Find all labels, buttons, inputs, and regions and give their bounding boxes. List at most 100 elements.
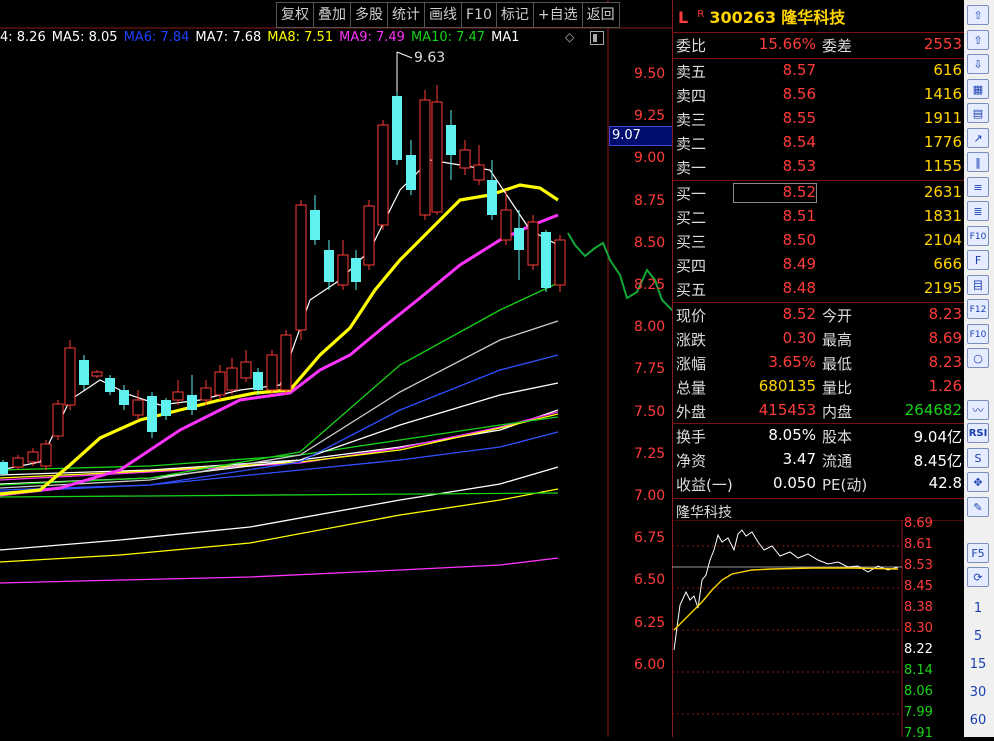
- row-value-2: 2104: [923, 231, 962, 249]
- price-tick: 8.50: [634, 234, 666, 251]
- mini-price-tick: 8.30: [904, 621, 933, 636]
- row-value: 0.30: [782, 329, 816, 347]
- list-icon[interactable]: ≡: [967, 176, 989, 197]
- row-value: 3.47: [782, 450, 816, 468]
- table-icon[interactable]: ▤: [967, 103, 989, 123]
- row-label-2: 最低: [822, 355, 853, 373]
- period-5-button[interactable]: 5: [967, 627, 989, 647]
- candle-body: [0, 462, 8, 474]
- f10-icon[interactable]: F10: [967, 225, 989, 246]
- row-label: 换手: [676, 428, 707, 446]
- grid-chart-icon[interactable]: ▦: [967, 78, 989, 99]
- flag-l: L: [678, 8, 689, 27]
- period-15-button[interactable]: 15: [967, 655, 989, 675]
- f-info-icon[interactable]: F: [967, 250, 989, 270]
- high-price-marker: 9.63: [414, 50, 446, 66]
- s-icon[interactable]: S: [967, 448, 989, 468]
- price-tick: 9.00: [634, 150, 666, 167]
- ma-legend-item: MA8: 7.51: [267, 30, 334, 45]
- arrows-icon[interactable]: ✥: [967, 472, 989, 492]
- pencil-icon[interactable]: ✎: [967, 497, 989, 517]
- f12-icon[interactable]: F12: [967, 299, 989, 319]
- bid-row: 买四 8.49 666: [676, 255, 962, 279]
- candle-body: [12, 457, 24, 468]
- rsi-icon[interactable]: RSI: [967, 423, 989, 443]
- candle-body: [240, 361, 252, 379]
- up-outline-arrow-icon[interactable]: ⇧: [967, 29, 989, 50]
- candlestick-icon[interactable]: ‖: [967, 152, 989, 172]
- toolbar-button-7[interactable]: +自选: [533, 2, 583, 28]
- row-value-2: 8.23: [928, 353, 962, 371]
- row-label: 卖三: [676, 111, 707, 129]
- candle-body: [79, 360, 89, 385]
- list2-icon[interactable]: ≣: [967, 201, 989, 221]
- row-label: 外盘: [676, 403, 707, 421]
- toolbar-button-3[interactable]: 统计: [388, 2, 425, 28]
- candle-body: [40, 443, 52, 467]
- row-value-2: 1155: [923, 157, 962, 175]
- stock-header: L R 300263 隆华科技: [678, 4, 845, 30]
- row-value: 8.50: [782, 231, 816, 249]
- toolbar-button-2[interactable]: 多股: [351, 2, 388, 28]
- price-tick: 6.75: [634, 530, 666, 547]
- price-tick: 9.50: [634, 66, 666, 82]
- price-tick: 7.25: [634, 445, 666, 462]
- candle-body: [392, 96, 402, 160]
- row-label-2: 今开: [822, 307, 853, 325]
- stock-name: 隆华科技: [781, 8, 846, 27]
- f10-alt-icon[interactable]: F10: [967, 323, 989, 344]
- period-60-button[interactable]: 60: [967, 711, 989, 731]
- row-label: 总量: [676, 379, 707, 397]
- info-icon[interactable]: 目: [967, 274, 989, 295]
- row-label: 卖四: [676, 87, 707, 105]
- price-tick: 8.00: [634, 319, 666, 336]
- price-tick: 7.50: [634, 403, 666, 420]
- row-value-2: 9.04亿: [913, 428, 962, 446]
- down-outline-arrow-icon[interactable]: ⇩: [967, 54, 989, 74]
- ma-legend-item: 4: 8.26: [0, 30, 46, 45]
- bid-row: 买三 8.50 2104: [676, 231, 962, 255]
- row-value: 8.55: [782, 109, 816, 127]
- candle-body: [487, 180, 497, 215]
- candle-body: [351, 258, 361, 282]
- toolbar-button-0[interactable]: 复权: [276, 2, 314, 28]
- refresh-icon[interactable]: ⟳: [967, 567, 989, 587]
- f5-icon[interactable]: F5: [967, 543, 989, 563]
- window-toggle-icon[interactable]: [590, 31, 604, 45]
- flag-r: R: [697, 8, 705, 20]
- diamond-icon[interactable]: ◇: [565, 30, 574, 44]
- candle-body: [473, 164, 485, 181]
- candle-body: [363, 205, 375, 266]
- row-value-2: 666: [933, 255, 962, 273]
- toolbar-button-5[interactable]: F10: [462, 2, 497, 28]
- wave-chart-icon[interactable]: 〰: [967, 400, 989, 420]
- row-value-2: 616: [933, 61, 962, 79]
- candle-body: [500, 209, 512, 241]
- toolbar-button-6[interactable]: 标记: [496, 2, 534, 28]
- row-label-2: PE(动): [822, 476, 868, 494]
- weicha-value: 2553: [923, 35, 962, 53]
- row-label-2: 最高: [822, 331, 853, 349]
- period-30-button[interactable]: 30: [967, 683, 989, 703]
- candle-body: [377, 124, 389, 226]
- bid-row: 买二 8.51 1831: [676, 207, 962, 231]
- circle-icon[interactable]: ○: [967, 348, 989, 368]
- candle-body: [446, 125, 456, 155]
- up-arrow-icon[interactable]: ⇧: [967, 5, 989, 25]
- row-value-2: 42.8: [928, 474, 962, 492]
- candle-body: [200, 387, 212, 401]
- toolbar-button-1[interactable]: 叠加: [314, 2, 351, 28]
- ma-legend-item: MA5: 8.05: [51, 30, 118, 45]
- mini-chart-title: 隆华科技: [676, 505, 732, 521]
- row-label: 现价: [676, 307, 707, 325]
- mini-price-tick: 8.45: [904, 579, 933, 594]
- period-1-button[interactable]: 1: [967, 599, 989, 619]
- toolbar-button-8[interactable]: 返回: [582, 2, 620, 28]
- row-value-2: 1831: [923, 207, 962, 225]
- fund-row: 净资 3.47 流通 8.45亿: [676, 450, 962, 474]
- price-line: [673, 529, 899, 651]
- toolbar-button-4[interactable]: 画线: [425, 2, 462, 28]
- kline-chart[interactable]: 4: 8.26 MA5: 8.05 MA6: 7.84 MA7: 7.68 MA8: 7…: [0, 0, 673, 737]
- line-chart-icon[interactable]: ↗: [967, 127, 989, 148]
- candle-body: [337, 254, 349, 286]
